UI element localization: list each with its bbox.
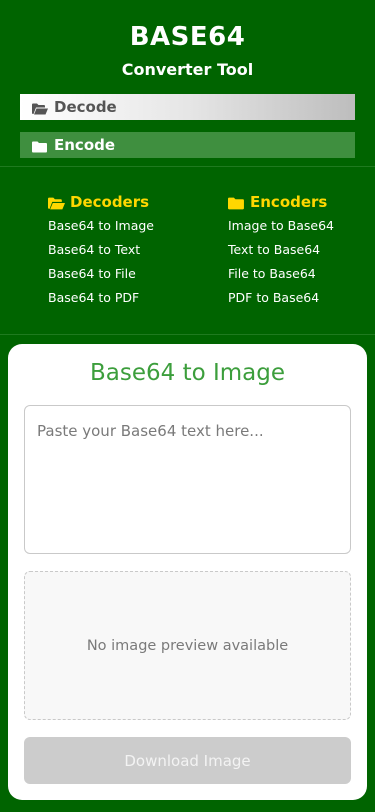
converter-card: Base64 to Image No image preview availab… <box>8 344 367 800</box>
decoders-heading: Decoders <box>48 192 154 212</box>
image-preview: No image preview available <box>24 571 351 720</box>
preview-placeholder-text: No image preview available <box>86 637 289 654</box>
menu-item-base64-to-file[interactable]: Base64 to File <box>48 262 154 286</box>
menu-divider <box>0 334 375 335</box>
folder-open-icon <box>32 101 48 115</box>
app-title: BASE64 <box>129 22 246 52</box>
converter-menu: Decoders Base64 to Image Base64 to Text … <box>0 166 375 334</box>
menu-item-text-to-base64[interactable]: Text to Base64 <box>228 238 334 262</box>
encoders-heading-label: Encoders <box>250 193 328 211</box>
menu-item-pdf-to-base64[interactable]: PDF to Base64 <box>228 286 334 310</box>
menu-item-file-to-base64[interactable]: File to Base64 <box>228 262 334 286</box>
folder-icon <box>228 196 245 209</box>
menu-item-base64-to-text[interactable]: Base64 to Text <box>48 238 154 262</box>
base64-input[interactable] <box>24 405 351 554</box>
download-image-button[interactable]: Download Image <box>24 737 351 784</box>
folder-open-icon <box>48 196 65 209</box>
menu-item-image-to-base64[interactable]: Image to Base64 <box>228 214 334 238</box>
decoders-column: Decoders Base64 to Image Base64 to Text … <box>48 192 154 310</box>
menu-item-base64-to-pdf[interactable]: Base64 to PDF <box>48 286 154 310</box>
page-title: Base64 to Image <box>89 360 286 386</box>
app-subtitle: Converter Tool <box>121 60 254 79</box>
encoders-heading: Encoders <box>228 192 334 212</box>
encode-label: Encode <box>54 136 116 154</box>
decode-button[interactable]: Decode <box>20 94 355 120</box>
encoders-column: Encoders Image to Base64 Text to Base64 … <box>228 192 334 310</box>
decode-label: Decode <box>54 98 117 116</box>
encode-button[interactable]: Encode <box>20 132 355 158</box>
menu-item-base64-to-image[interactable]: Base64 to Image <box>48 214 154 238</box>
decoders-heading-label: Decoders <box>70 193 150 211</box>
app-header: BASE64 Converter Tool Decode Encode <box>0 0 375 166</box>
folder-icon <box>32 139 48 153</box>
